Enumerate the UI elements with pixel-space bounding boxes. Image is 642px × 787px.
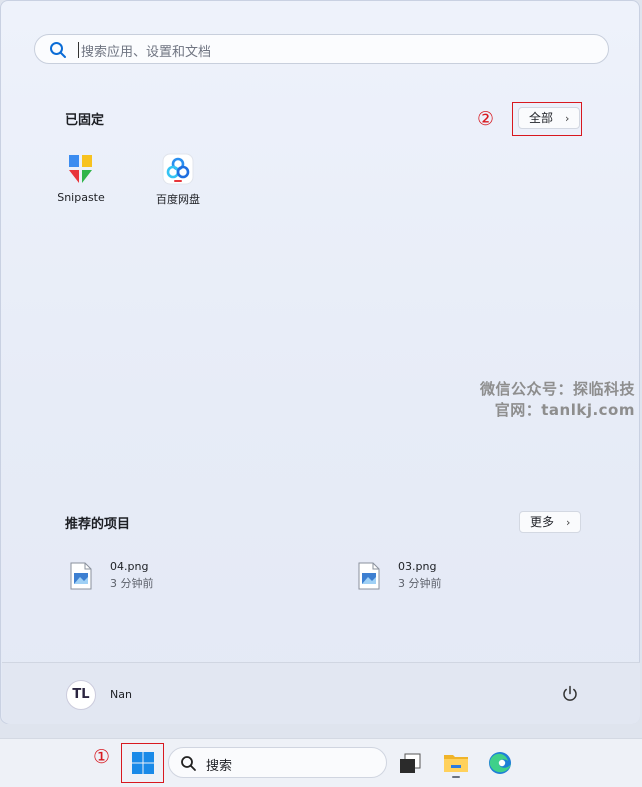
- folder-icon: [444, 755, 468, 778]
- search-icon: [181, 756, 196, 771]
- avatar[interactable]: TL: [66, 680, 96, 710]
- search-box[interactable]: 搜索应用、设置和文档: [34, 34, 609, 64]
- all-apps-button[interactable]: 全部 ›: [518, 107, 581, 129]
- search-placeholder: 搜索应用、设置和文档: [81, 45, 212, 60]
- watermark-line1: 微信公众号：探临科技: [479, 380, 635, 398]
- image-file-icon: [70, 562, 92, 590]
- pinned-title: 已固定: [65, 113, 105, 128]
- chevron-right-icon: ›: [565, 112, 570, 125]
- file-time: 3 分钟前: [110, 577, 154, 590]
- search-icon: [50, 42, 66, 58]
- taskbar-search[interactable]: 搜索: [168, 747, 387, 778]
- pinned-app-baidu-netdisk[interactable]: 百度网盘: [138, 153, 218, 207]
- power-icon[interactable]: [561, 685, 579, 703]
- chevron-right-icon: ›: [566, 516, 571, 529]
- file-name: 03.png: [398, 560, 437, 573]
- taskbar: ① 搜索: [0, 738, 642, 787]
- snipaste-icon: [65, 153, 97, 185]
- more-button[interactable]: 更多 ›: [519, 511, 582, 533]
- windows-logo-icon: [132, 752, 154, 774]
- recommended-item[interactable]: 03.png 3 分钟前: [358, 560, 558, 594]
- file-time: 3 分钟前: [398, 577, 442, 590]
- recommended-item[interactable]: 04.png 3 分钟前: [70, 560, 270, 594]
- start-footer: TL Nan: [2, 662, 640, 724]
- watermark-line2: 官网：tanlkj.com: [494, 401, 635, 419]
- edge-icon: [489, 752, 511, 774]
- user-name[interactable]: Nan: [110, 688, 132, 701]
- file-explorer-button[interactable]: [440, 747, 472, 779]
- app-label: 百度网盘: [156, 193, 200, 206]
- task-view-icon: [400, 753, 421, 773]
- start-menu: 搜索应用、设置和文档 已固定 ② 全部 › Snipaste 百度网盘 微信公众…: [0, 0, 640, 724]
- annotation-1: ①: [93, 746, 111, 768]
- task-view-button[interactable]: [395, 747, 427, 779]
- image-file-icon: [358, 562, 380, 590]
- text-caret: [78, 42, 79, 58]
- recommended-title: 推荐的项目: [65, 517, 131, 532]
- file-name: 04.png: [110, 560, 149, 573]
- more-label: 更多: [530, 515, 555, 529]
- all-apps-label: 全部: [529, 111, 554, 125]
- taskbar-search-label: 搜索: [206, 759, 233, 774]
- edge-button[interactable]: [484, 747, 516, 779]
- annotation-2: ②: [477, 108, 495, 130]
- baidu-netdisk-icon: [162, 153, 194, 185]
- pinned-app-snipaste[interactable]: Snipaste: [41, 153, 121, 204]
- app-label: Snipaste: [57, 191, 105, 204]
- start-button[interactable]: [127, 747, 159, 779]
